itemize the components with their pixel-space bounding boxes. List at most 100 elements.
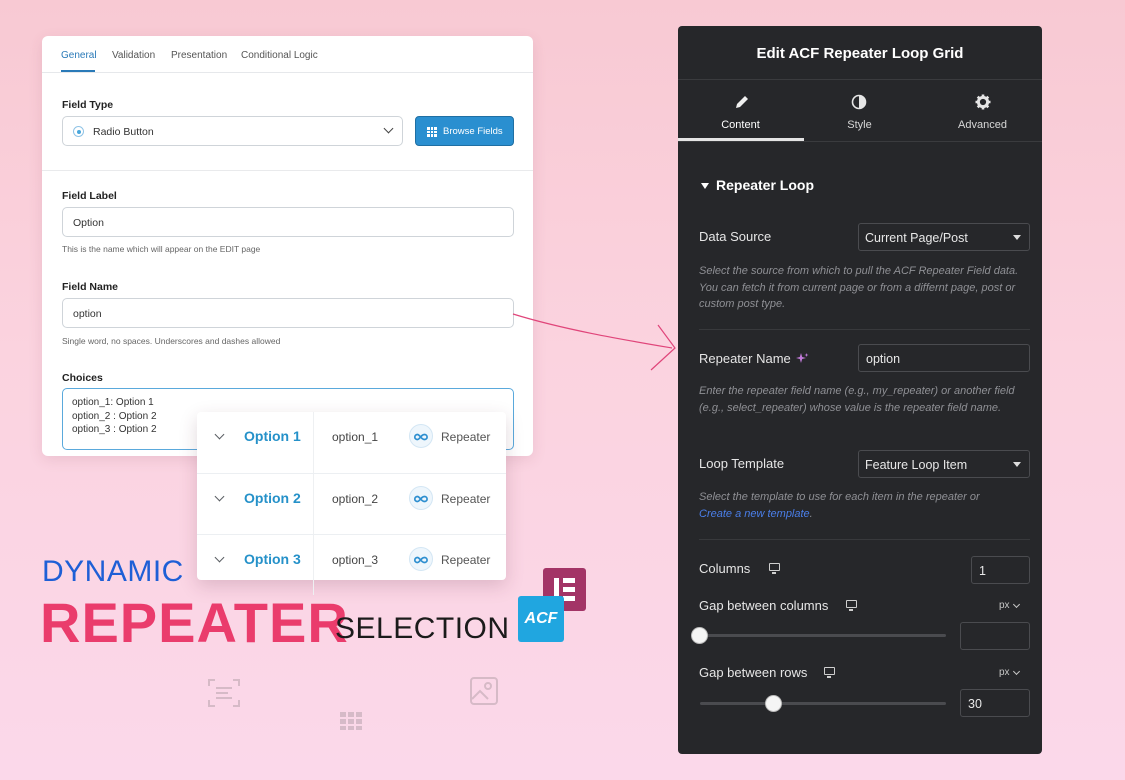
field-name-label: Field Name [62,281,119,293]
radio-button-icon [73,126,84,137]
tab-content[interactable]: Content [680,92,801,166]
choices-label: Choices [62,372,103,384]
grid-icon [340,712,362,730]
repeater-name-input[interactable]: option [858,344,1030,372]
field-type-value: Radio Button [93,126,154,138]
sparkle-icon[interactable] [795,352,809,366]
infinity-icon [409,547,433,571]
tab-label: Content [721,119,760,131]
browse-fields-button[interactable]: Browse Fields [415,116,514,146]
data-source-value: Current Page/Post [865,231,968,245]
choice-line: option_1: Option 1 [72,397,154,408]
panel-title: Edit ACF Repeater Loop Grid [756,45,964,62]
unit-select[interactable]: px [999,600,1010,611]
loop-template-help-text: Select the template to use for each item… [699,491,980,503]
option-row[interactable]: Option 3 option_3 Repeater [197,534,506,595]
option-row[interactable]: Option 2 option_2 Repeater [197,473,506,534]
option-label: Option 2 [244,490,301,506]
data-source-help: Select the source from which to pull the… [699,265,1019,310]
option-value: option_2 [332,492,379,506]
divider [313,535,314,595]
active-tab-indicator [61,70,95,72]
acf-field-editor: General Validation Presentation Conditio… [42,36,533,456]
field-name-help: Single word, no spaces. Underscores and … [62,336,281,346]
field-label-help: This is the name which will appear on th… [62,244,261,254]
scan-text-icon [208,679,240,707]
gap-columns-input[interactable] [960,622,1030,650]
tab-advanced[interactable]: Advanced [922,92,1042,166]
chevron-down-icon [383,123,394,134]
loop-template-value: Feature Loop Item [865,458,968,472]
option-value: option_1 [332,430,379,444]
gap-rows-input[interactable]: 30 [960,689,1030,717]
headline-selection: SELECTION [335,612,510,645]
columns-input[interactable]: 1 [971,556,1030,584]
create-template-link[interactable]: Create a new template [699,508,810,520]
monitor-icon[interactable] [846,600,857,611]
browse-fields-label: Browse Fields [443,126,503,137]
gap-columns-slider[interactable] [700,634,946,637]
tab-label: Advanced [958,119,1007,131]
pencil-icon [736,96,748,108]
infinity-icon [409,486,433,510]
help-suffix: . [809,507,813,520]
gear-icon [975,94,991,110]
infinity-icon [409,424,433,448]
loop-template-label: Loop Template [699,456,785,471]
field-label-label: Field Label [62,190,117,202]
tab-style[interactable]: Style [799,92,920,166]
option-label: Option 3 [244,551,301,567]
monitor-icon[interactable] [824,667,835,678]
connector-arrow [512,313,676,371]
grid-icon [427,127,437,137]
data-source-label: Data Source [699,229,772,244]
option-type: Repeater [441,430,491,444]
field-name-input[interactable]: option [62,298,514,328]
unit-select[interactable]: px [999,667,1010,678]
divider [42,170,533,171]
tab-validation[interactable]: Validation [112,50,155,61]
options-list: Option 1 option_1 Repeater Option 2 opti… [197,412,506,595]
chevron-down-icon[interactable] [214,491,225,502]
field-type-label: Field Type [62,99,114,111]
loop-template-help: Select the template to use for each item… [699,489,1029,522]
data-source-select[interactable]: Current Page/Post [858,223,1030,251]
divider [678,79,1042,80]
slider-thumb[interactable] [691,627,708,644]
elementor-panel: Edit ACF Repeater Loop Grid Content Styl… [678,26,1042,754]
chevron-down-icon[interactable] [214,552,225,563]
option-row[interactable]: Option 1 option_1 Repeater [197,412,506,473]
loop-template-select[interactable]: Feature Loop Item [858,450,1030,478]
acf-tabs: General Validation Presentation Conditio… [42,36,533,73]
divider [313,412,314,473]
option-type: Repeater [441,492,491,506]
headline-repeater: REPEATER [40,591,349,654]
contrast-icon [851,94,867,110]
monitor-icon[interactable] [769,563,780,574]
caret-down-icon [1013,235,1021,240]
acf-logo: ACF [518,596,564,642]
divider [313,474,314,534]
tab-presentation[interactable]: Presentation [171,50,227,61]
field-label-input[interactable]: Option [62,207,514,237]
chevron-down-icon[interactable] [214,429,225,440]
option-value: option_3 [332,553,379,567]
tab-label: Style [847,119,872,131]
tab-general[interactable]: General [61,50,97,61]
repeater-name-help: Enter the repeater field name (e.g., my_… [699,385,1015,414]
divider [678,141,1042,142]
headline-dynamic: DYNAMIC [42,555,184,588]
columns-label: Columns [699,561,751,576]
gap-columns-label: Gap between columns [699,598,829,613]
divider [699,539,1030,540]
tab-conditional-logic[interactable]: Conditional Logic [241,50,318,61]
field-type-select[interactable]: Radio Button [62,116,403,146]
image-icon [470,677,498,705]
slider-thumb[interactable] [765,695,782,712]
section-title[interactable]: Repeater Loop [716,177,814,193]
gap-rows-slider[interactable] [700,702,946,705]
option-label: Option 1 [244,428,301,444]
divider [699,329,1030,330]
option-type: Repeater [441,553,491,567]
caret-down-icon[interactable] [701,183,709,189]
